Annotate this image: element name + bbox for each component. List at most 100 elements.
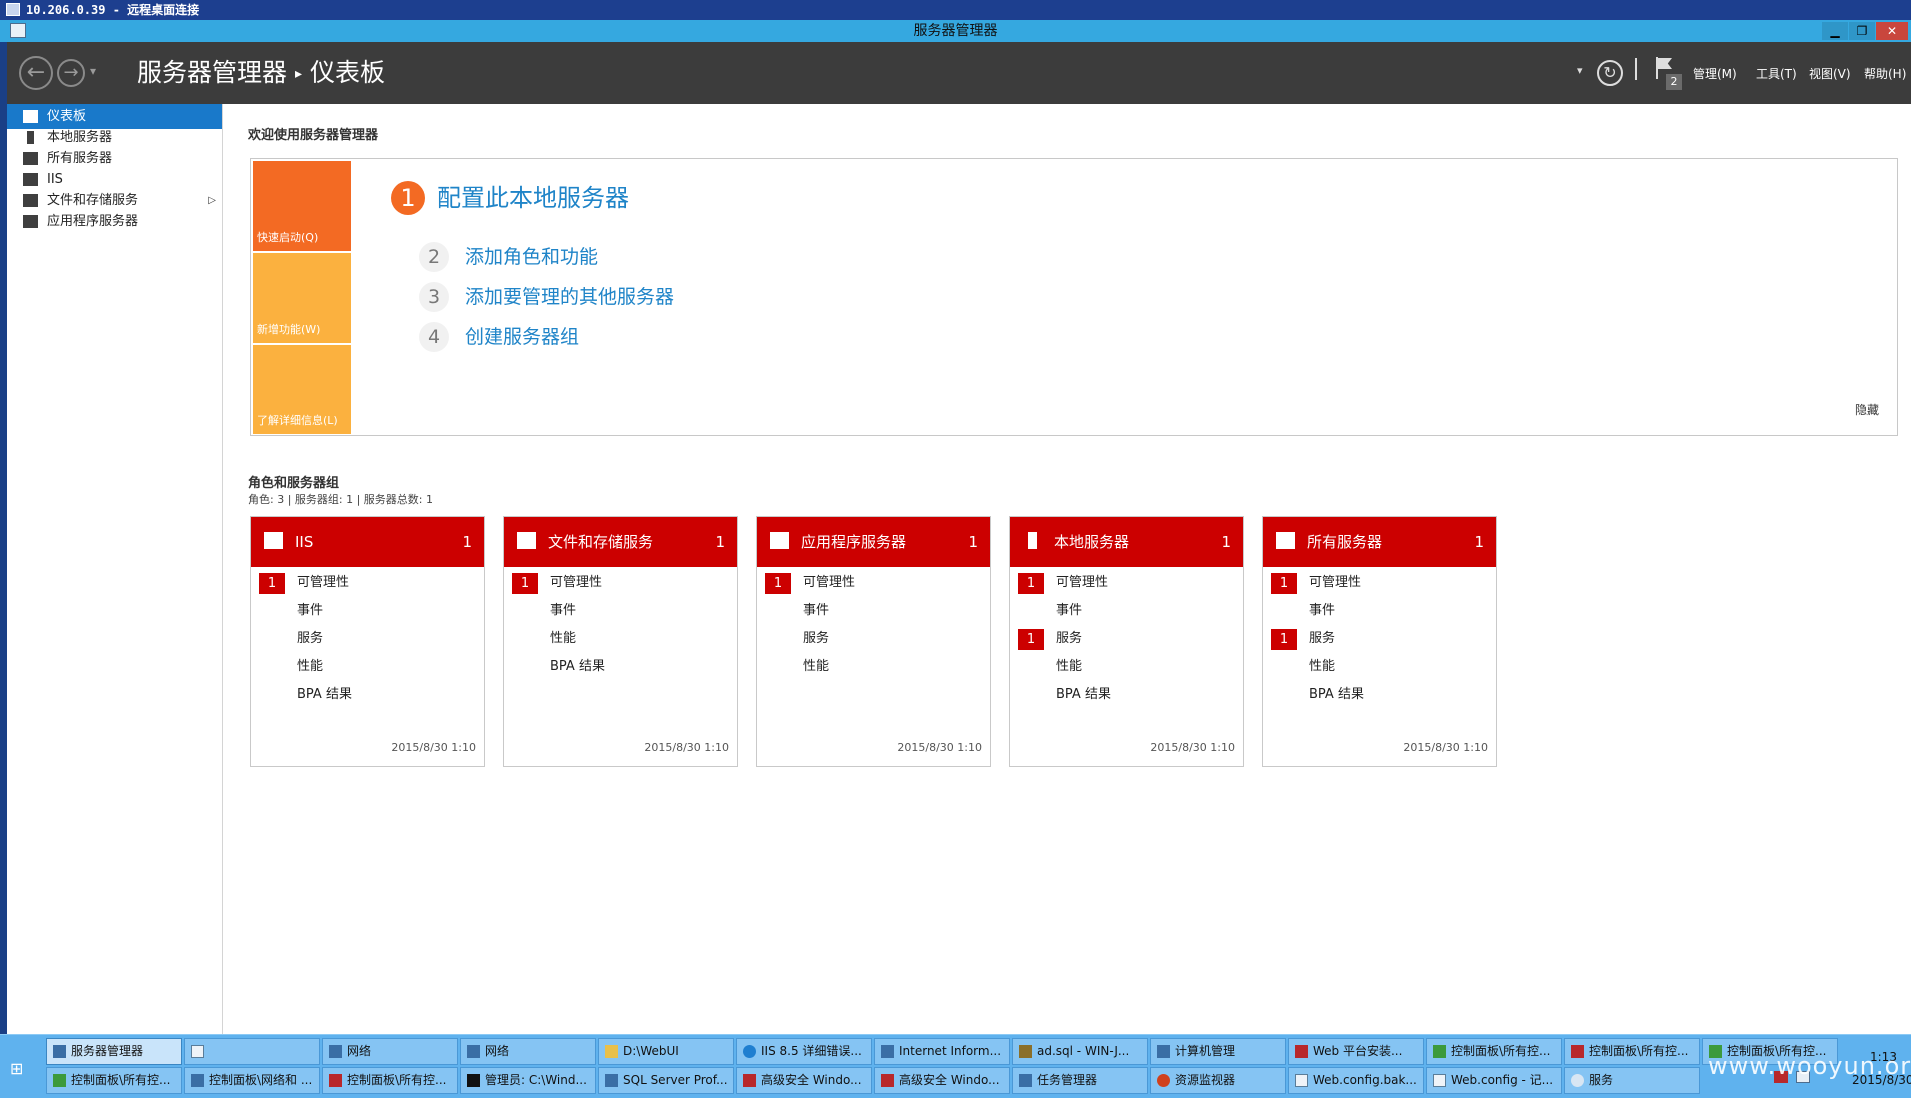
tile-row-services[interactable]: 1 服务 xyxy=(1263,628,1496,650)
forward-button[interactable]: → xyxy=(57,59,85,87)
restore-button[interactable]: ❐ xyxy=(1849,22,1875,40)
tile-header[interactable]: IIS 1 xyxy=(251,517,484,567)
tile-row-events[interactable]: 事件 xyxy=(504,600,737,622)
menu-view[interactable]: 视图(V) xyxy=(1809,65,1851,82)
tile-row-performance[interactable]: 性能 xyxy=(1010,656,1243,678)
refresh-button[interactable]: ↻ xyxy=(1597,60,1623,86)
red-icon xyxy=(881,1074,894,1087)
taskbar-button[interactable]: Web.config.bak... xyxy=(1288,1067,1424,1094)
taskbar-button[interactable]: Web 平台安装... xyxy=(1288,1038,1424,1065)
tile-row-events[interactable]: 事件 xyxy=(757,600,990,622)
taskbar-button[interactable]: 任务管理器 xyxy=(1012,1067,1148,1094)
back-button[interactable]: ← xyxy=(19,56,53,90)
taskbar-button[interactable]: 管理员: C:\Wind... xyxy=(460,1067,596,1094)
taskbar-button[interactable]: 服务器管理器 xyxy=(46,1038,182,1065)
tile-row-label: 可管理性 xyxy=(803,575,856,590)
taskbar-button[interactable]: 控制面板\网络和 ... xyxy=(184,1067,320,1094)
sidebar-item-app-server[interactable]: 应用程序服务器 xyxy=(7,209,222,234)
tile-header[interactable]: 应用程序服务器 1 xyxy=(757,517,990,567)
breadcrumb-separator-icon: ▸ xyxy=(295,66,303,82)
taskbar-button[interactable]: 网络 xyxy=(460,1038,596,1065)
role-tile-app-server: 应用程序服务器 1 1 可管理性 事件 服务 性能 2015/8/30 1:10 xyxy=(756,516,991,767)
red-icon xyxy=(1571,1045,1584,1058)
tile-title: 所有服务器 xyxy=(1307,533,1383,551)
step-4-number: 4 xyxy=(419,322,449,352)
taskbar-button[interactable]: 控制面板\所有控... xyxy=(1564,1038,1700,1065)
taskbar-button[interactable]: Internet Inform... xyxy=(874,1038,1010,1065)
tile-row-manageability[interactable]: 1 可管理性 xyxy=(251,572,484,594)
tile-row-manageability[interactable]: 1 可管理性 xyxy=(504,572,737,594)
tile-row-performance[interactable]: 性能 xyxy=(1263,656,1496,678)
configure-local-server-link[interactable]: 配置此本地服务器 xyxy=(437,181,629,215)
tile-row-manageability[interactable]: 1 可管理性 xyxy=(1263,572,1496,594)
menu-manage[interactable]: 管理(M) xyxy=(1693,65,1737,82)
notifications-flag-icon[interactable]: 2 xyxy=(1654,57,1684,90)
welcome-title: 欢迎使用服务器管理器 xyxy=(248,128,379,143)
breadcrumb-root[interactable]: 服务器管理器 xyxy=(137,58,287,87)
taskbar-button[interactable]: 高级安全 Windo... xyxy=(874,1067,1010,1094)
taskbar-button-label: 控制面板\所有控... xyxy=(1451,1044,1551,1058)
tile-timestamp: 2015/8/30 1:10 xyxy=(1403,741,1488,754)
taskbar-button[interactable]: IIS 8.5 详细错误... xyxy=(736,1038,872,1065)
menu-help[interactable]: 帮助(H) xyxy=(1864,65,1906,82)
tile-row-bpa[interactable]: BPA 结果 xyxy=(251,684,484,706)
history-dropdown-icon[interactable]: ▾ xyxy=(90,64,96,78)
tile-row-events[interactable]: 事件 xyxy=(1263,600,1496,622)
tile-row-events[interactable]: 事件 xyxy=(1010,600,1243,622)
taskbar-button[interactable] xyxy=(184,1038,320,1065)
minimize-button[interactable]: ▁ xyxy=(1822,22,1848,40)
tile-row-label: 服务 xyxy=(803,631,830,646)
tile-row-services[interactable]: 1 服务 xyxy=(1010,628,1243,650)
breadcrumb-current: 仪表板 xyxy=(310,58,386,87)
tile-row-performance[interactable]: 性能 xyxy=(757,656,990,678)
tile-row-performance[interactable]: 性能 xyxy=(504,628,737,650)
tile-row-services[interactable]: 服务 xyxy=(251,628,484,650)
tile-row-performance[interactable]: 性能 xyxy=(251,656,484,678)
tile-row-label: 服务 xyxy=(1056,631,1083,646)
tile-header[interactable]: 文件和存储服务 1 xyxy=(504,517,737,567)
tile-row-bpa[interactable]: BPA 结果 xyxy=(504,656,737,678)
add-roles-features-link[interactable]: 添加角色和功能 xyxy=(465,242,598,272)
taskbar-button[interactable]: Web.config - 记... xyxy=(1426,1067,1562,1094)
taskbar-button-label: 管理员: C:\Wind... xyxy=(485,1073,587,1087)
taskbar-button-label: 高级安全 Windo... xyxy=(899,1073,1000,1087)
tile-row-bpa[interactable]: BPA 结果 xyxy=(1263,684,1496,706)
close-button[interactable]: ✕ xyxy=(1876,22,1908,40)
tab-quick-start[interactable]: 快速启动(Q) xyxy=(253,161,351,251)
tile-row-services[interactable]: 服务 xyxy=(757,628,990,650)
tile-row-manageability[interactable]: 1 可管理性 xyxy=(757,572,990,594)
add-other-servers-link[interactable]: 添加要管理的其他服务器 xyxy=(465,282,674,312)
taskbar-button[interactable]: D:\WebUI xyxy=(598,1038,734,1065)
create-server-group-link[interactable]: 创建服务器组 xyxy=(465,322,579,352)
taskbar-button[interactable]: 资源监视器 xyxy=(1150,1067,1286,1094)
doc-icon xyxy=(1433,1074,1446,1087)
header-divider xyxy=(1635,58,1637,80)
taskbar-button[interactable]: 网络 xyxy=(322,1038,458,1065)
chevron-down-icon[interactable]: ▾ xyxy=(1577,64,1583,77)
tile-row-label: 性能 xyxy=(550,631,577,646)
tile-row-manageability[interactable]: 1 可管理性 xyxy=(1010,572,1243,594)
taskbar-button[interactable]: ad.sql - WIN-J... xyxy=(1012,1038,1148,1065)
taskbar-button[interactable]: 计算机管理 xyxy=(1150,1038,1286,1065)
dashboard-icon xyxy=(23,110,38,123)
tile-header[interactable]: 所有服务器 1 xyxy=(1263,517,1496,567)
storage-icon xyxy=(23,194,38,207)
tile-header[interactable]: 本地服务器 1 xyxy=(1010,517,1243,567)
tab-learn-more[interactable]: 了解详细信息(L) xyxy=(253,345,351,434)
taskbar-button[interactable]: 高级安全 Windo... xyxy=(736,1067,872,1094)
taskbar-button[interactable]: 控制面板\所有控... xyxy=(322,1067,458,1094)
alert-badge: 1 xyxy=(1018,573,1044,594)
menu-tools[interactable]: 工具(T) xyxy=(1756,65,1797,82)
start-button[interactable]: ⊞ xyxy=(10,1059,34,1079)
tile-row-events[interactable]: 事件 xyxy=(251,600,484,622)
taskbar-button[interactable]: 控制面板\所有控... xyxy=(46,1067,182,1094)
tab-whats-new[interactable]: 新增功能(W) xyxy=(253,253,351,343)
taskbar-button[interactable]: SQL Server Prof... xyxy=(598,1067,734,1094)
sql-icon xyxy=(1019,1045,1032,1058)
tile-row-bpa[interactable]: BPA 结果 xyxy=(1010,684,1243,706)
taskbar-button[interactable]: 服务 xyxy=(1564,1067,1700,1094)
alert-badge: 1 xyxy=(259,573,285,594)
hide-welcome-link[interactable]: 隐藏 xyxy=(1855,401,1879,418)
taskbar-button[interactable]: 控制面板\所有控... xyxy=(1426,1038,1562,1065)
server-manager-app-icon[interactable] xyxy=(10,23,26,38)
